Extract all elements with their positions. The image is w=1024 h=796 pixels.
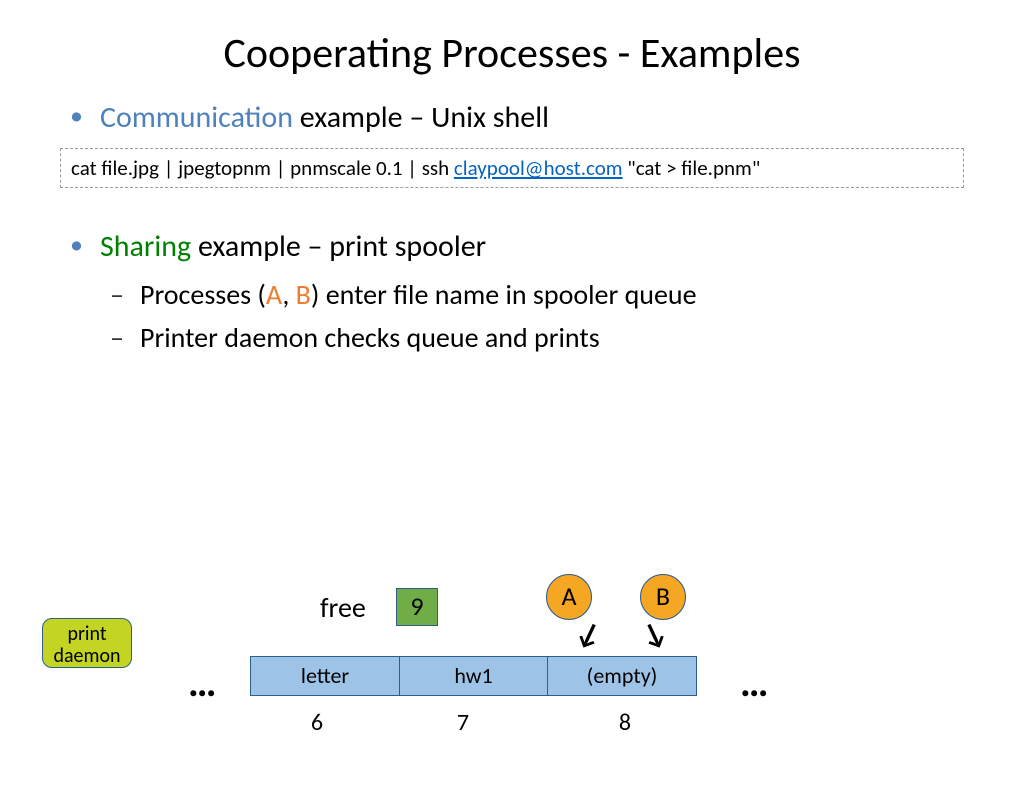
text-comm-rest: example – Unix shell [293,99,549,136]
print-daemon-label: printdaemon [53,622,120,668]
highlight-sharing: Sharing [100,228,191,265]
spooler-queue: letter hw1 (empty) [250,656,697,696]
process-B-circle: B [640,574,686,620]
ellipsis-left: … [188,658,216,707]
cmd-post: "cat > file.pnm" [623,155,761,181]
bullet-communication: Communication example – Unix shell [100,99,964,136]
content-area: Communication example – Unix shell cat f… [60,99,964,355]
bullet-sharing: Sharing example – print spooler [100,228,964,265]
ellipsis-right: … [740,658,768,707]
sub1-pre: Processes ( [140,277,266,312]
proc-A-label: A [266,277,282,312]
spooler-diagram: printdaemon free 9 A B ↓ ↓ … letter hw1 … [0,568,1024,788]
free-value-box: 9 [396,588,438,626]
sub-daemon: Printer daemon checks queue and prints [140,320,964,355]
queue-index: 8 [610,708,640,737]
queue-index: 7 [448,708,478,737]
highlight-communication: Communication [100,99,293,136]
sub-processes: Processes (A, B) enter file name in spoo… [140,277,964,312]
sub1-mid: , [282,277,295,312]
proc-B-label: B [296,277,311,312]
print-daemon-box: printdaemon [42,618,132,668]
text-share-rest: example – print spooler [191,228,486,265]
sub1-post: ) enter file name in spooler queue [311,277,697,312]
free-label: free [320,590,366,625]
slide-title: Cooperating Processes - Examples [0,28,1024,79]
queue-cell: hw1 [399,656,549,696]
queue-cell: letter [250,656,400,696]
command-box: cat file.jpg | jpegtopnm | pnmscale 0.1 … [60,148,964,188]
cmd-pre: cat file.jpg | jpegtopnm | pnmscale 0.1 … [71,155,454,181]
cmd-link[interactable]: claypool@host.com [454,155,623,181]
queue-cell: (empty) [547,656,697,696]
queue-index: 6 [302,708,332,737]
